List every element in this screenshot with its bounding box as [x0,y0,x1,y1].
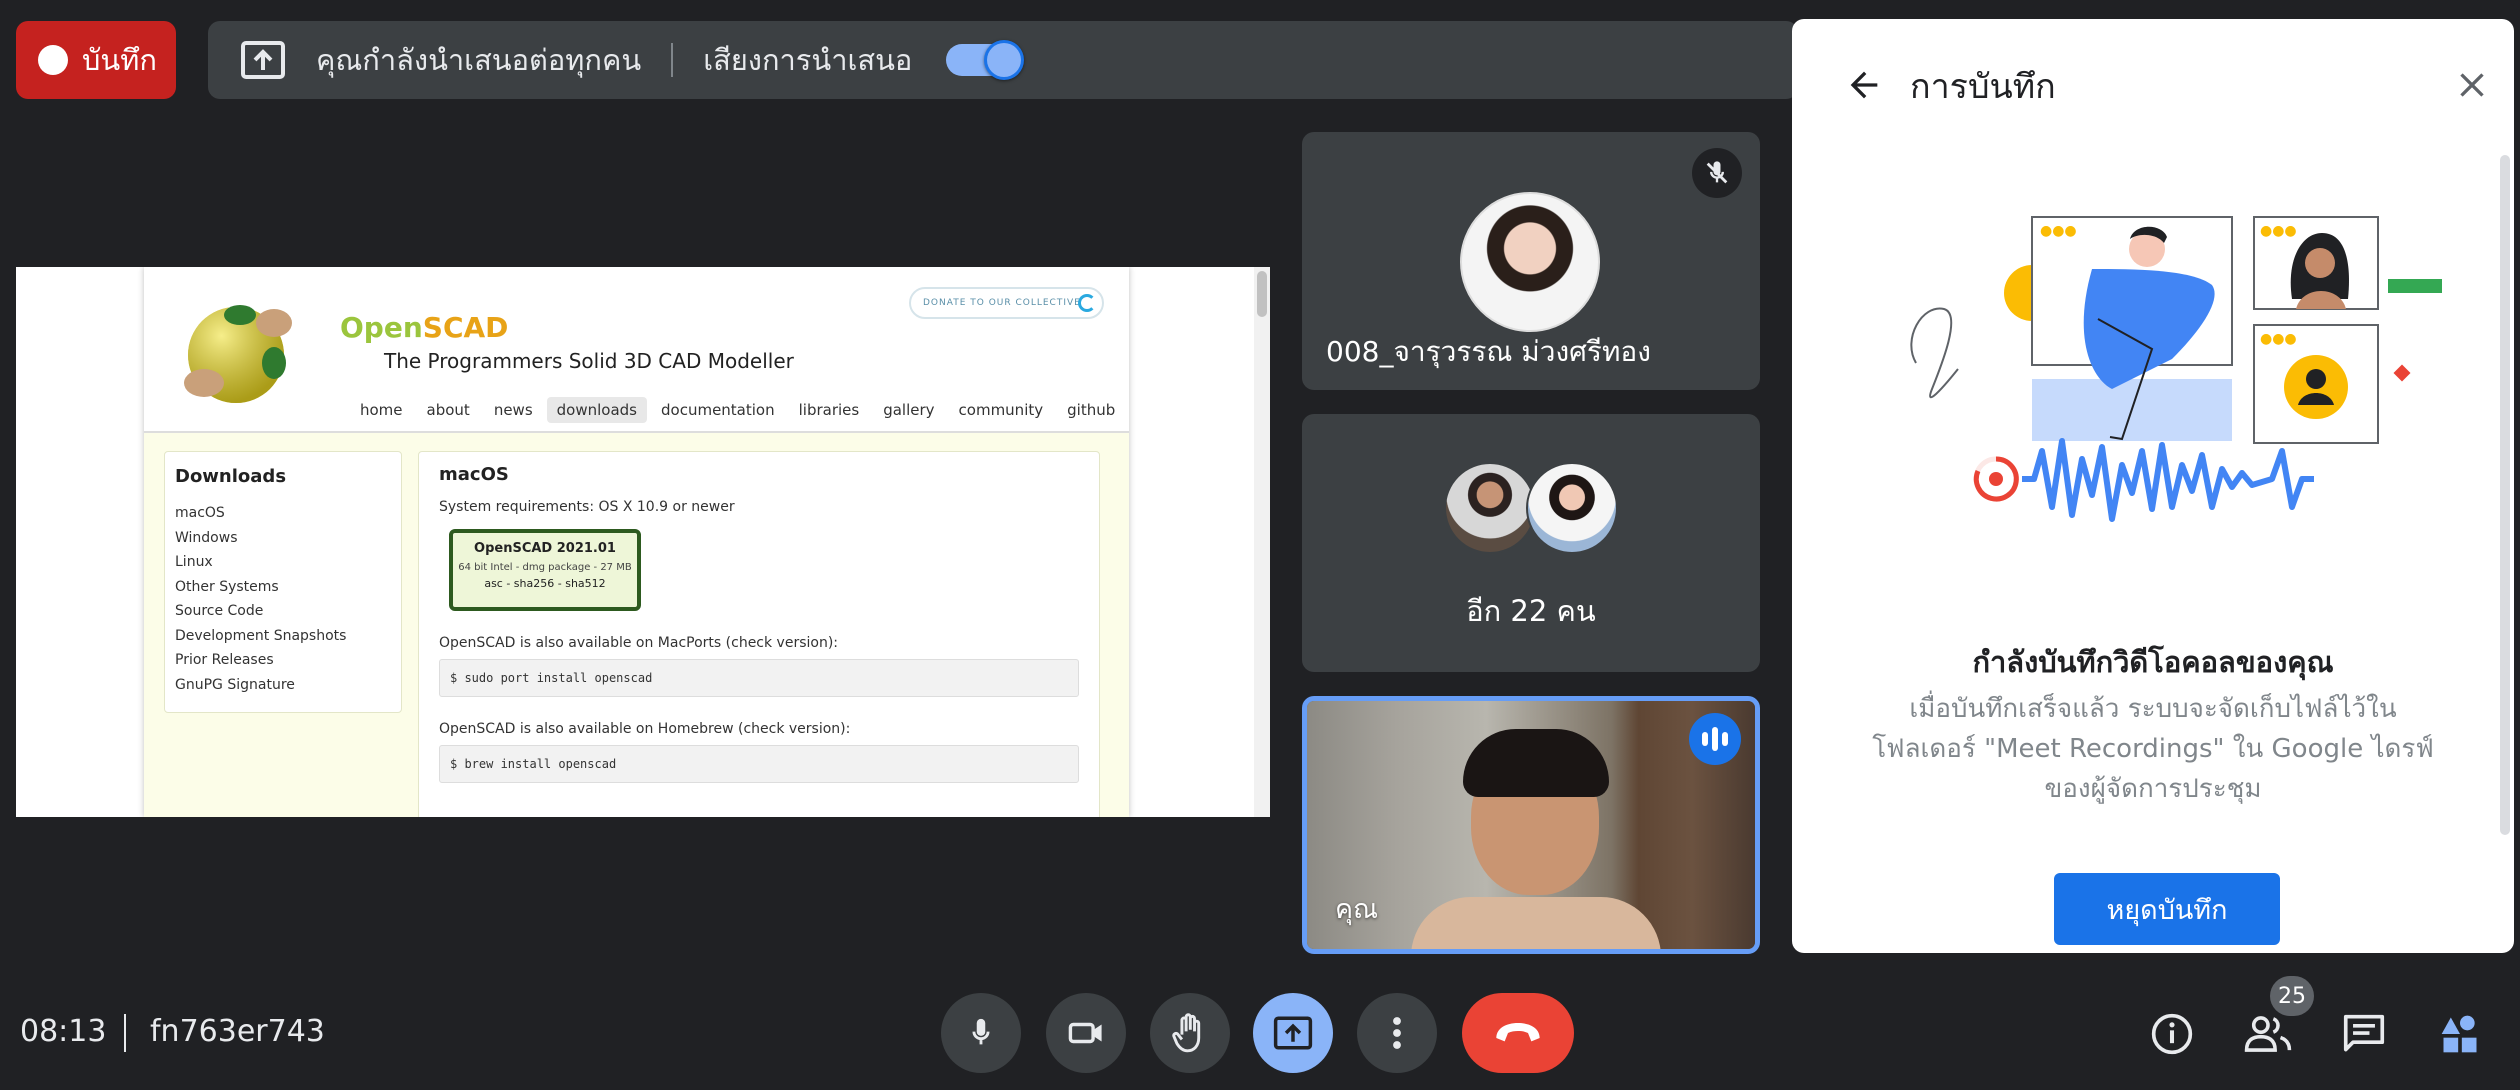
nav-github[interactable]: github [1057,397,1125,423]
nav-documentation[interactable]: documentation [651,397,785,423]
more-participants-tile[interactable]: อีก 22 คน [1302,414,1760,672]
macports-command: $ sudo port install openscad [439,659,1079,697]
nav-community[interactable]: community [949,397,1054,423]
download-title: OpenSCAD 2021.01 [474,541,616,556]
people-icon [2244,1016,2292,1052]
downloads-sidebar: Downloads macOS Windows Linux Other Syst… [164,451,402,713]
close-icon[interactable] [2452,65,2492,105]
chat-icon [2343,1014,2385,1052]
meeting-details-button[interactable] [2142,1004,2202,1064]
sidebar-link-linux[interactable]: Linux [175,550,391,575]
nav-home[interactable]: home [350,397,413,423]
sidebar-link-windows[interactable]: Windows [175,526,391,551]
nav-about[interactable]: about [417,397,480,423]
info-icon [2151,1013,2193,1055]
present-now-button[interactable] [1253,993,1333,1073]
meeting-clock: 08:13 [20,1014,107,1049]
avatar [1444,462,1536,554]
mic-off-icon [1692,148,1742,198]
record-dot-icon [38,45,68,75]
more-participants-label: อีก 22 คน [1466,594,1596,628]
sidebar-link-source-code[interactable]: Source Code [175,599,391,624]
toggle-knob [984,40,1025,80]
microphone-icon [972,1018,990,1045]
avatar [1460,192,1600,332]
recording-label: บันทึก [82,43,157,77]
end-call-icon [1496,1023,1540,1042]
microphone-button[interactable] [941,993,1021,1073]
recording-button[interactable]: บันทึก [16,21,176,99]
back-arrow-icon[interactable] [1844,65,1884,105]
openscad-subtitle: The Programmers Solid 3D CAD Modeller [384,349,794,373]
more-vert-icon [1393,1017,1401,1049]
stop-recording-button[interactable]: หยุดบันทึก [2054,873,2280,945]
download-detail: 64 bit Intel - dmg package - 27 MB [458,562,632,573]
macos-section: macOS System requirements: OS X 10.9 or … [418,451,1100,817]
self-name: คุณ [1335,894,1379,925]
nav-gallery[interactable]: gallery [873,397,944,423]
svg-text:●●●: ●●● [2260,223,2297,239]
self-video-tile[interactable]: คุณ [1302,696,1760,954]
activities-button[interactable] [2430,1004,2490,1064]
sidebar-link-macos[interactable]: macOS [175,501,391,526]
panel-title: การบันทึก [1910,67,2056,107]
nav-downloads[interactable]: downloads [546,397,647,423]
nav-news[interactable]: news [484,397,543,423]
recording-description: เมื่อบันทึกเสร็จแล้ว ระบบจะจัดเก็บไฟล์ไว… [1872,694,2434,804]
openscad-nav: home about news downloads documentation … [350,397,1125,423]
sidebar-heading: Downloads [175,466,287,487]
system-requirements: System requirements: OS X 10.9 or newer [439,499,735,515]
activities-icon [2441,1015,2477,1053]
shared-screen-scrollbar[interactable] [1254,267,1270,817]
present-screen-icon [241,41,285,79]
leave-call-button[interactable] [1462,993,1574,1073]
sidebar-link-gnupg[interactable]: GnuPG Signature [175,673,391,698]
nav-libraries[interactable]: libraries [789,397,870,423]
recording-panel: การบันทึก ●●● ●●● ●●● กำลังบันทึกวิดีโอค… [1792,19,2514,953]
more-options-button[interactable] [1357,993,1437,1073]
donate-button[interactable]: DONATE TO OUR COLLECTIVE [909,287,1104,319]
camera-button[interactable] [1046,993,1126,1073]
homebrew-text: OpenSCAD is also available on Homebrew (… [439,721,851,737]
svg-text:●●●: ●●● [2040,223,2077,239]
shared-screen: OpenSCAD The Programmers Solid 3D CAD Mo… [16,267,1270,817]
sidebar-link-dev-snapshots[interactable]: Development Snapshots [175,624,391,649]
openscad-logo [184,305,292,403]
download-box[interactable]: OpenSCAD 2021.01 64 bit Intel - dmg pack… [449,529,641,611]
raise-hand-icon [1172,1013,1201,1053]
sidebar-link-prior-releases[interactable]: Prior Releases [175,648,391,673]
openscad-page: OpenSCAD The Programmers Solid 3D CAD Mo… [144,267,1129,817]
divider [124,1014,126,1052]
presentation-audio-toggle[interactable] [946,40,1025,80]
recording-illustration: ●●● ●●● ●●● [1910,216,2442,522]
camera-icon [1068,1022,1102,1044]
svg-text:●●●: ●●● [2260,331,2297,347]
meeting-code: fn763er743 [150,1014,325,1049]
scroll-thumb[interactable] [1257,271,1267,317]
download-hashes[interactable]: asc - sha256 - sha512 [453,577,637,590]
homebrew-command: $ brew install openscad [439,745,1079,783]
macos-heading: macOS [439,464,509,485]
participant-tile[interactable]: 008_จารุวรรณ ม่วงศรีทอง [1302,132,1760,390]
speaking-indicator-icon [1689,713,1741,765]
panel-scrollbar[interactable] [2500,155,2510,835]
participant-name: 008_จารุวรรณ ม่วงศรีทอง [1326,335,1651,368]
donate-ring-icon [1078,294,1096,312]
openscad-body: Downloads macOS Windows Linux Other Syst… [144,433,1129,817]
present-screen-icon [1273,1016,1313,1050]
sidebar-link-other-systems[interactable]: Other Systems [175,575,391,600]
divider [671,43,674,77]
openscad-title: OpenSCAD [340,311,509,344]
avatar [1526,462,1618,554]
chat-button[interactable] [2334,1004,2394,1064]
presentation-bar: คุณกำลังนำเสนอต่อทุกคน เสียงการนำเสนอ [208,21,1798,99]
recording-heading: กำลังบันทึกวิดีโอคอลของคุณ [1972,645,2334,679]
self-video-person [1411,717,1661,949]
participant-count-badge: 25 [2270,976,2314,1016]
macports-text: OpenSCAD is also available on MacPorts (… [439,635,839,651]
presentation-audio-label: เสียงการนำเสนอ [703,43,913,77]
presenting-status-text: คุณกำลังนำเสนอต่อทุกคน [316,43,642,77]
raise-hand-button[interactable] [1150,993,1230,1073]
